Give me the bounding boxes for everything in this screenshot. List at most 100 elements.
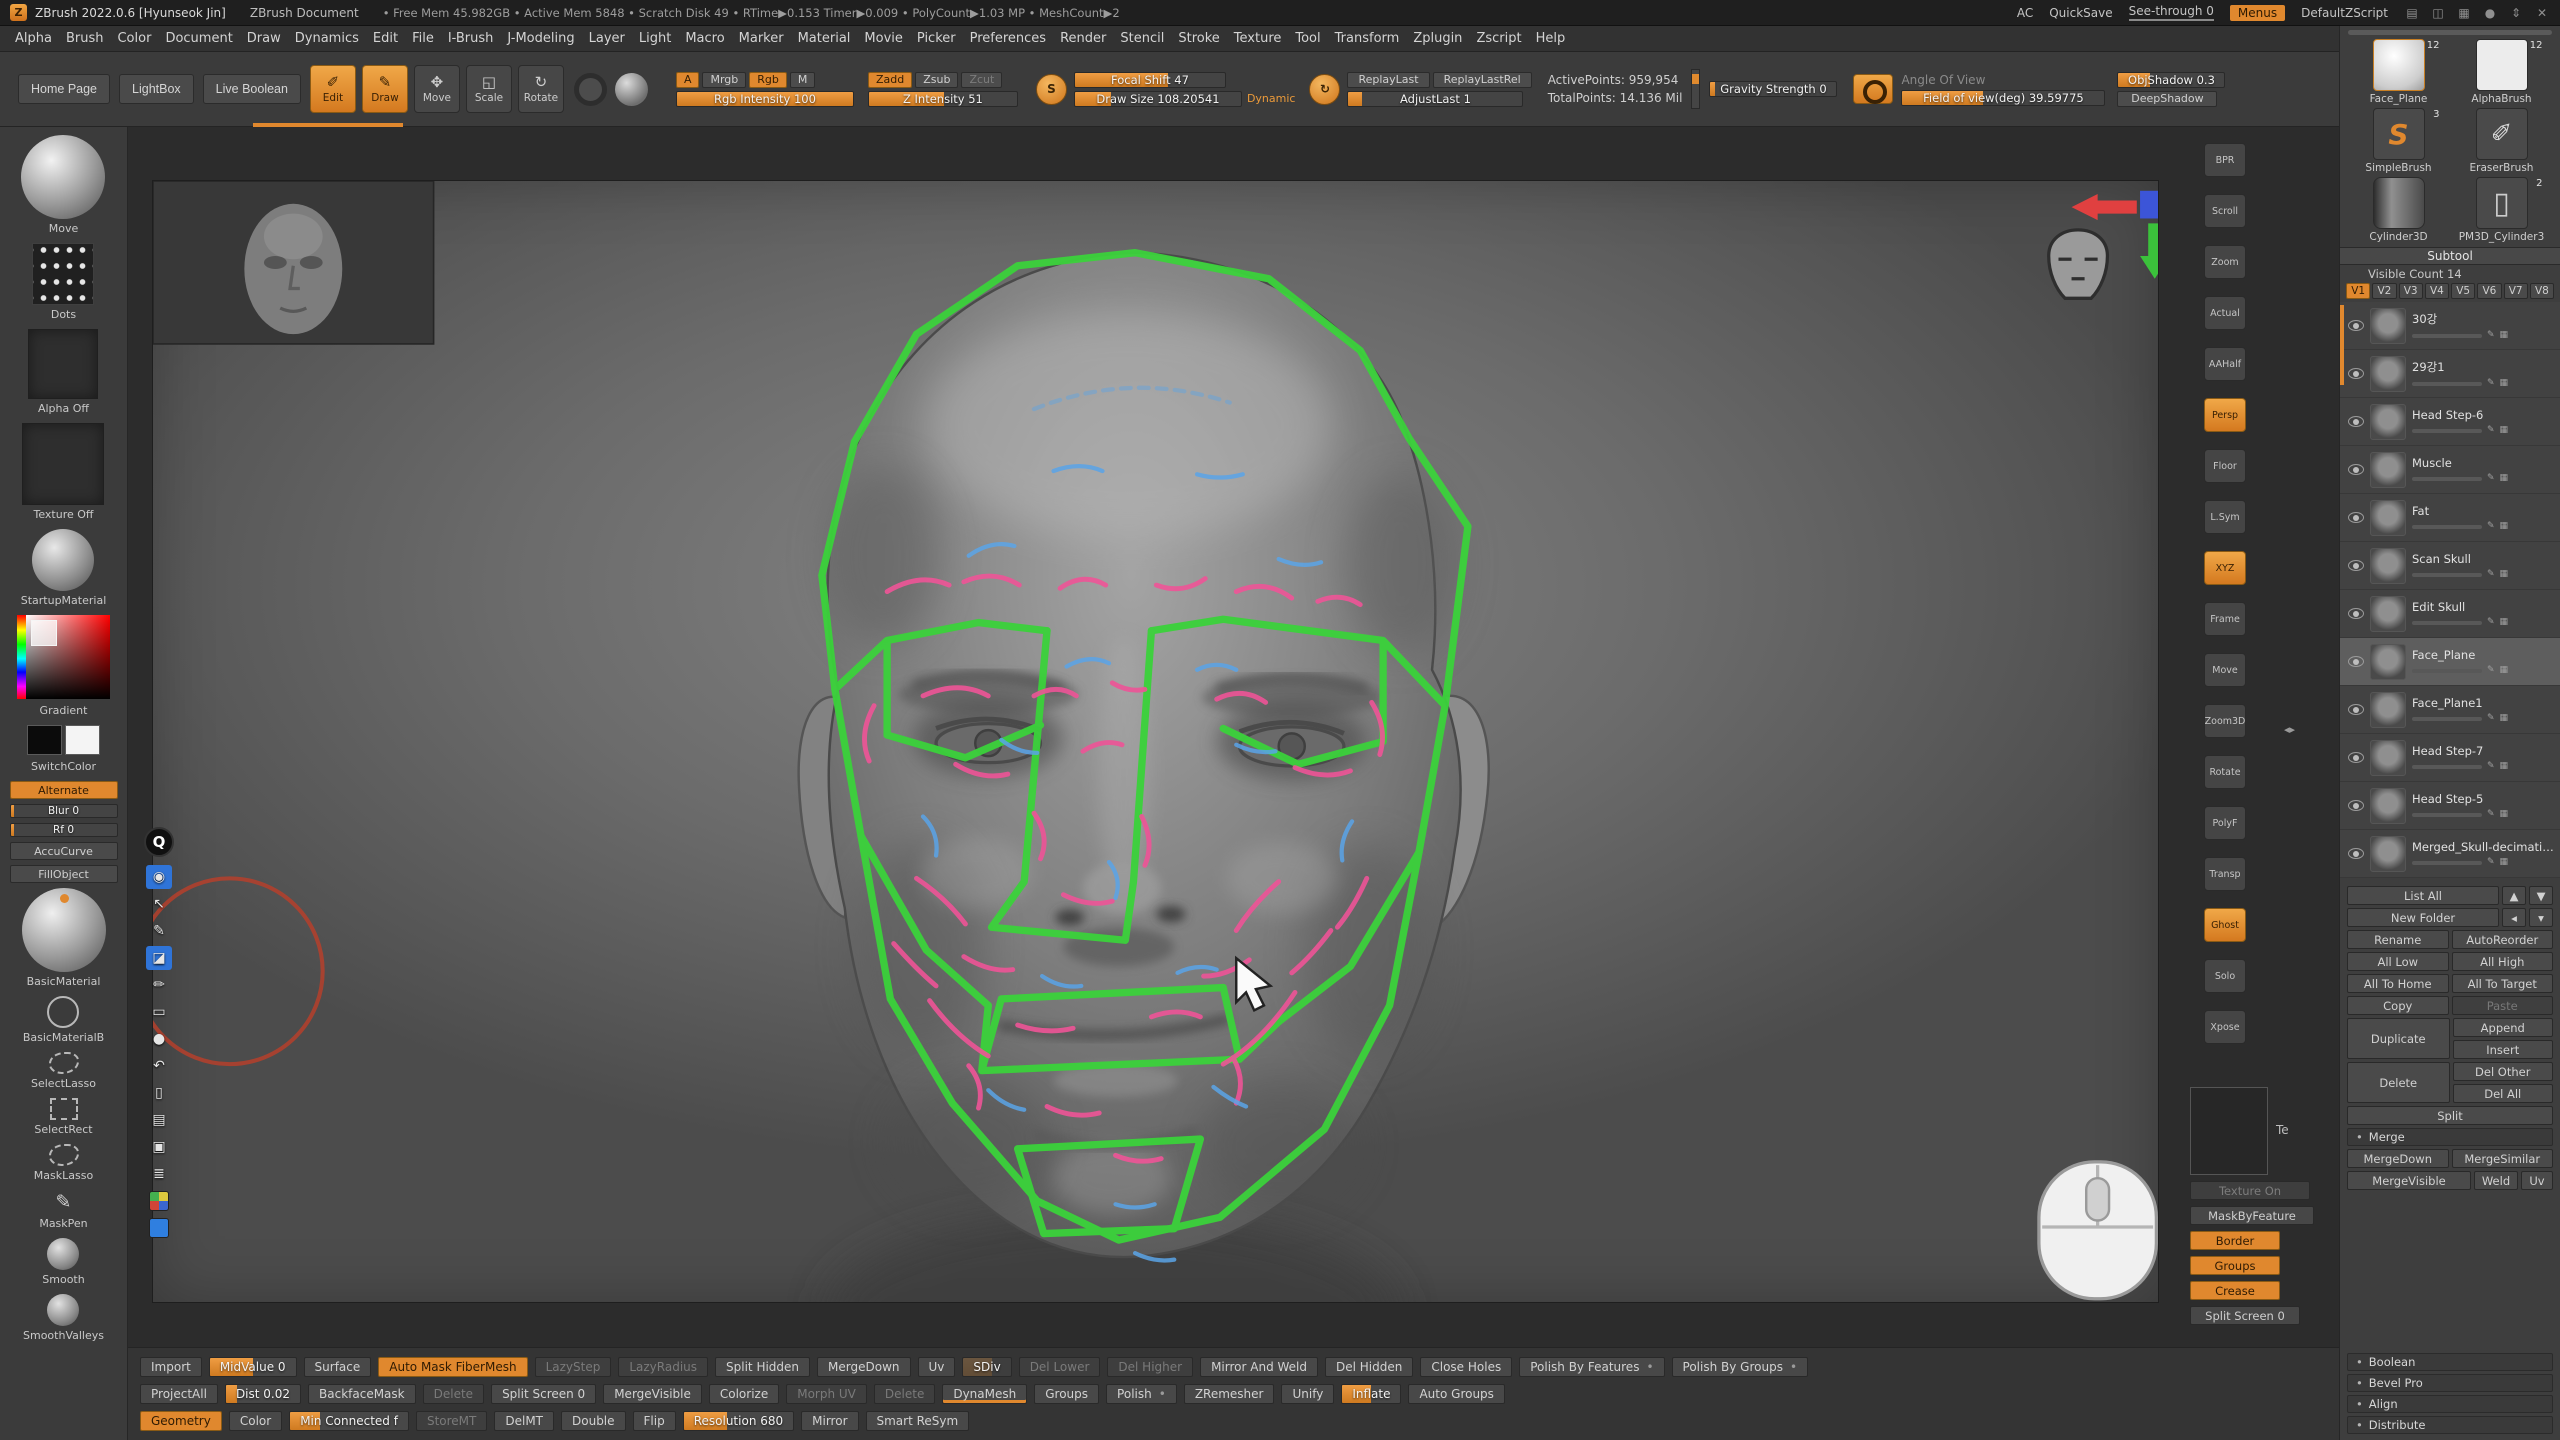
stroke-ring-icon[interactable] <box>574 73 607 106</box>
window-control-icon[interactable]: ✕ <box>2534 6 2550 20</box>
menu-item[interactable]: Brush <box>59 28 111 49</box>
mergedown-button[interactable]: MergeDown <box>2347 1149 2449 1168</box>
left-tray-item[interactable]: MaskPen <box>39 1190 87 1230</box>
menu-item[interactable]: Picker <box>910 28 963 49</box>
window-control-icon[interactable]: ▤ <box>2404 6 2420 20</box>
right-shelf-button[interactable]: Zoom <box>2204 245 2246 279</box>
capture-icon[interactable]: ▣ <box>146 1135 172 1159</box>
uv-grid-icon[interactable]: ▦ <box>2500 858 2509 867</box>
subtool-version-tab[interactable]: V7 <box>2504 283 2528 299</box>
zadd-button[interactable]: Zadd <box>868 72 912 88</box>
right-shelf-button[interactable]: Actual <box>2204 296 2246 330</box>
right-shelf-button[interactable]: Floor <box>2204 449 2246 483</box>
palette-icon[interactable] <box>149 1191 169 1211</box>
bevel-pro-section-header[interactable]: Bevel Pro <box>2347 1374 2553 1392</box>
all-to-target-button[interactable]: All To Target <box>2452 974 2554 993</box>
delete-button[interactable]: Delete <box>2347 1062 2450 1103</box>
subtool-scroll-indicator[interactable] <box>2340 305 2344 385</box>
bottom-button[interactable]: Geometry <box>140 1411 222 1431</box>
bottom-button[interactable]: Del Hidden <box>1325 1357 1413 1377</box>
menu-item[interactable]: Color <box>110 28 158 49</box>
subtool-version-tab[interactable]: V6 <box>2477 283 2501 299</box>
pencil-icon[interactable]: ✏ <box>146 973 172 997</box>
subtool-row[interactable]: Edit Skull ✎ ▦ <box>2340 590 2560 638</box>
subtool-row[interactable]: Fat ✎ ▦ <box>2340 494 2560 542</box>
subtool-row[interactable]: Head Step-6 ✎ ▦ <box>2340 398 2560 446</box>
a-toggle[interactable]: A <box>676 72 700 88</box>
bottom-button[interactable]: Min Connected f <box>289 1411 409 1431</box>
visibility-eye-icon[interactable] <box>2348 752 2364 763</box>
bottom-button[interactable]: Import <box>140 1357 202 1377</box>
left-tray-item[interactable]: Move <box>21 135 105 235</box>
subtool-mini-slider[interactable] <box>2412 861 2482 865</box>
bottom-button[interactable]: LazyStep <box>535 1357 612 1377</box>
menu-item[interactable]: Tool <box>1288 28 1327 49</box>
right-shelf-button[interactable]: Frame <box>2204 602 2246 636</box>
visibility-eye-icon[interactable] <box>2348 704 2364 715</box>
uv-grid-icon[interactable]: ▦ <box>2500 379 2509 388</box>
left-tray-item[interactable]: MaskLasso <box>34 1144 93 1182</box>
bottom-button[interactable]: MidValue 0 <box>209 1357 297 1377</box>
duplicate-button[interactable]: Duplicate <box>2347 1018 2450 1059</box>
uv-grid-icon[interactable]: ▦ <box>2500 762 2509 771</box>
see-through-slider[interactable]: See-through 0 <box>2129 4 2214 21</box>
subtool-row[interactable]: Muscle ✎ ▦ <box>2340 446 2560 494</box>
deepshadow-button[interactable]: DeepShadow <box>2117 91 2217 107</box>
bottom-button[interactable]: Mirror And Weld <box>1200 1357 1318 1377</box>
uv-grid-icon[interactable]: ▦ <box>2500 666 2509 675</box>
border-button[interactable]: Border <box>2190 1231 2280 1250</box>
polypaint-icon[interactable]: ✎ <box>2487 762 2495 771</box>
insert-button[interactable]: Insert <box>2453 1040 2554 1059</box>
zsub-button[interactable]: Zsub <box>915 72 958 88</box>
alpha-ball-icon[interactable] <box>615 73 648 106</box>
uv-button[interactable]: Uv <box>2521 1171 2553 1190</box>
subtool-version-tab[interactable]: V4 <box>2425 283 2449 299</box>
bottom-button[interactable]: ZRemesher <box>1184 1384 1275 1404</box>
hue-strip[interactable] <box>17 615 26 699</box>
sculptris-pro-button[interactable]: S <box>1036 74 1067 105</box>
menu-item[interactable]: Macro <box>678 28 731 49</box>
color-picker[interactable]: Gradient <box>17 615 110 717</box>
mergevisible-button[interactable]: MergeVisible <box>2347 1171 2471 1190</box>
texture-preview[interactable] <box>2190 1087 2268 1175</box>
right-shelf-button[interactable]: Move <box>2204 653 2246 687</box>
left-tray-item[interactable]: SelectLasso <box>31 1052 96 1090</box>
accucurve-button[interactable]: AccuCurve <box>10 842 118 860</box>
right-shelf-button[interactable]: Rotate <box>2204 755 2246 789</box>
crease-button[interactable]: Crease <box>2190 1281 2280 1300</box>
m-button[interactable]: M <box>790 72 816 88</box>
bottom-button[interactable]: Dist 0.02 <box>225 1384 301 1404</box>
draw-mode-button[interactable]: ✎ Draw <box>362 65 408 113</box>
uv-grid-icon[interactable]: ▦ <box>2500 810 2509 819</box>
window-control-icon[interactable]: ● <box>2482 6 2498 20</box>
left-tray-item[interactable]: Texture Off <box>22 423 104 521</box>
menu-item[interactable]: Help <box>1529 28 1573 49</box>
polypaint-icon[interactable]: ✎ <box>2487 522 2495 531</box>
screen-icon[interactable]: ▤ <box>146 1108 172 1132</box>
right-shelf-button[interactable]: AAHalf <box>2204 347 2246 381</box>
subtool-row[interactable]: 29강1 ✎ ▦ <box>2340 350 2560 398</box>
bottom-button[interactable]: MergeVisible <box>603 1384 702 1404</box>
bottom-button[interactable]: DynaMesh <box>942 1384 1027 1404</box>
left-tray-item[interactable]: Dots <box>32 243 94 321</box>
undo-icon[interactable]: ↶ <box>146 1054 172 1078</box>
bottom-button[interactable]: Polish <box>1106 1384 1177 1404</box>
visibility-eye-icon[interactable] <box>2348 656 2364 667</box>
blur-slider[interactable]: Blur 0 <box>10 804 118 818</box>
home-page-button[interactable]: Home Page <box>18 74 110 104</box>
align-section-header[interactable]: Align <box>2347 1395 2553 1413</box>
subtool-version-tab[interactable]: V5 <box>2451 283 2475 299</box>
distribute-section-header[interactable]: Distribute <box>2347 1416 2553 1434</box>
menu-item[interactable]: J-Modeling <box>500 28 581 49</box>
bottom-button[interactable]: Flip <box>633 1411 676 1431</box>
mask-by-feature-button[interactable]: MaskByFeature <box>2190 1206 2314 1225</box>
points-vertical-slider[interactable] <box>1691 69 1700 109</box>
bottom-button[interactable]: Polish By Features <box>1519 1357 1664 1377</box>
subtool-mini-slider[interactable] <box>2412 765 2482 769</box>
replay-icon[interactable]: ↻ <box>1309 74 1340 105</box>
uv-grid-icon[interactable]: ▦ <box>2500 618 2509 627</box>
uv-grid-icon[interactable]: ▦ <box>2500 522 2509 531</box>
new-folder-button[interactable]: New Folder <box>2347 908 2499 927</box>
subtool-mini-slider[interactable] <box>2412 669 2482 673</box>
left-tray-item[interactable]: BasicMaterialB <box>23 996 104 1044</box>
